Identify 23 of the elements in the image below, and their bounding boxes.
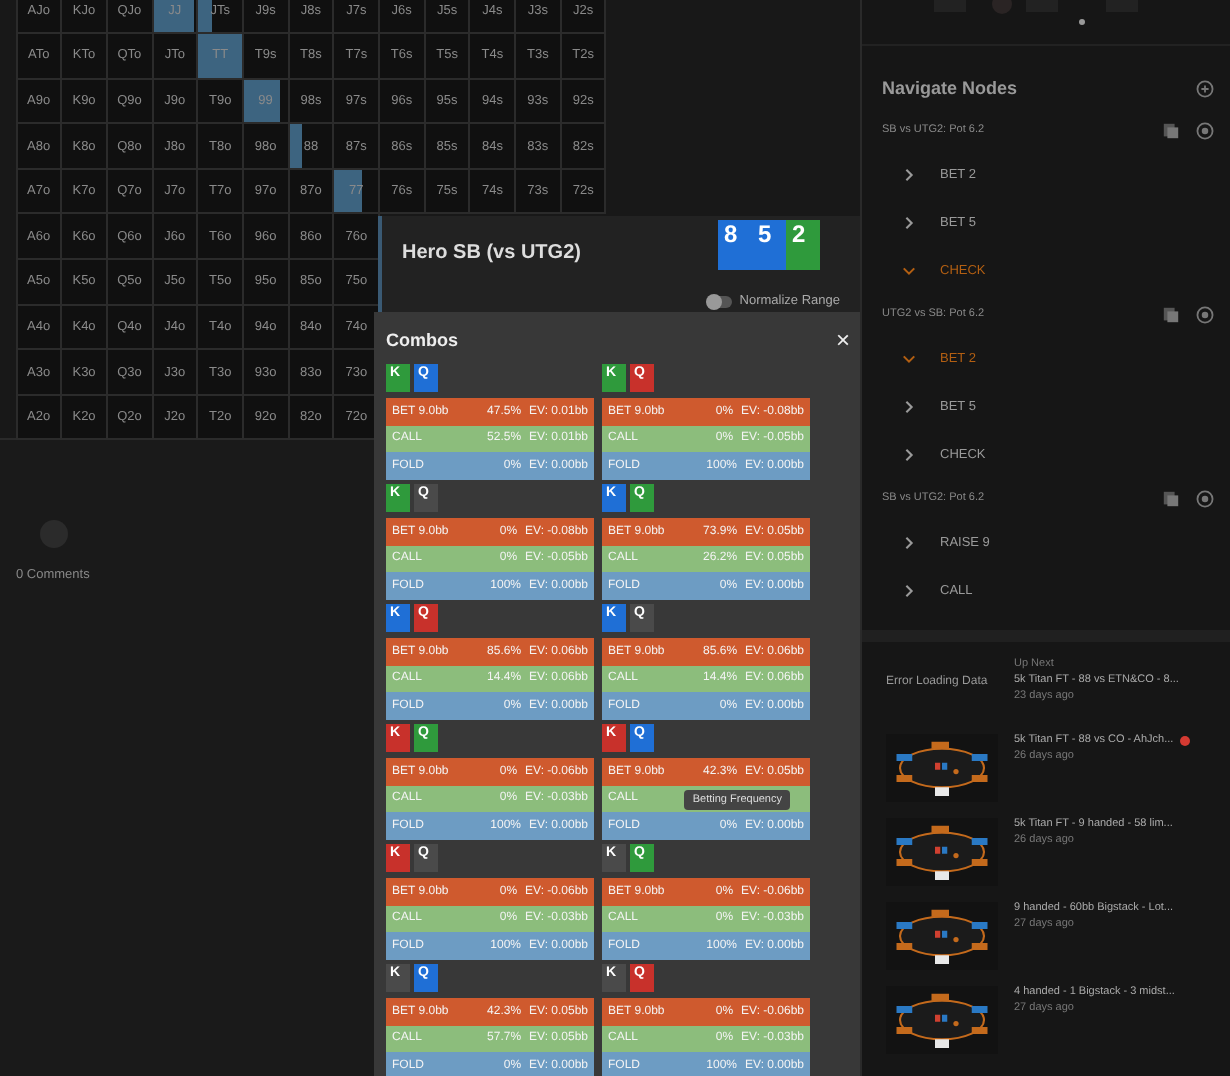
circle-icon[interactable] (1196, 121, 1214, 139)
hero-title: Hero SB (vs UTG2) (402, 242, 581, 264)
normalize-toggle[interactable] (707, 295, 732, 307)
copy-icon[interactable] (1162, 305, 1180, 323)
chevron-icon (902, 263, 916, 277)
chevron-icon (902, 447, 916, 461)
copy-icon[interactable] (1162, 121, 1180, 139)
chevron-icon (902, 215, 916, 229)
dialog-title: Combos (386, 330, 458, 350)
chevron-icon (902, 583, 916, 597)
board-card: 2 (786, 220, 820, 270)
add-icon[interactable] (1196, 79, 1214, 97)
chevron-icon (902, 399, 916, 413)
board-card: 5 (752, 220, 786, 270)
circle-icon[interactable] (1196, 489, 1214, 507)
copy-icon[interactable] (1162, 489, 1180, 507)
chevron-icon (902, 351, 916, 365)
chevron-icon (902, 167, 916, 181)
panel-title: Navigate Nodes (882, 78, 1018, 98)
circle-icon[interactable] (1196, 305, 1214, 323)
close-button[interactable]: × (835, 328, 850, 352)
chevron-icon (902, 535, 916, 549)
board-card: 8 (718, 220, 752, 270)
